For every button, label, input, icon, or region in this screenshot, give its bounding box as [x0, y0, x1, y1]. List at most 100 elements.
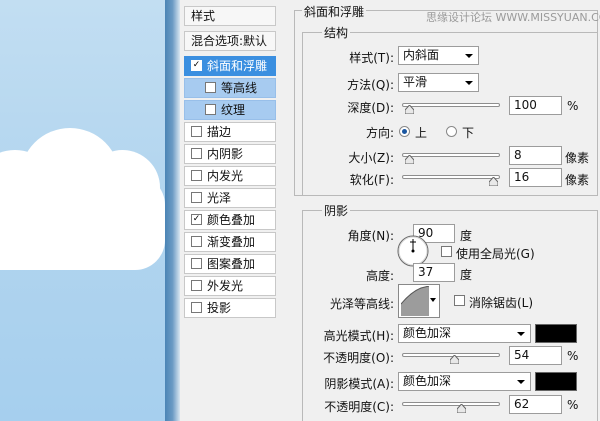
style-item[interactable]: 纹理	[184, 100, 276, 120]
shadow-opacity-input[interactable]: 62	[509, 395, 562, 414]
gloss-contour-picker[interactable]	[398, 284, 440, 318]
soften-label: 软化(F):	[349, 173, 394, 187]
checkbox-icon[interactable]	[191, 148, 202, 159]
styles-header[interactable]: 样式	[184, 6, 276, 26]
style-item-label: 等高线	[221, 81, 258, 95]
highlight-color-swatch[interactable]	[535, 324, 577, 343]
checkbox-icon[interactable]	[191, 170, 202, 181]
styles-list: 样式 混合选项:默认 ✓ 斜面和浮雕等高线纹理描边内阴影内发光光泽 ✓ 颜色叠加渐变叠…	[184, 0, 276, 421]
antialias-label: 消除锯齿(L)	[469, 296, 534, 310]
size-slider[interactable]	[402, 153, 500, 157]
highlight-mode-value: 颜色加深	[403, 326, 452, 340]
style-item[interactable]: 外发光	[184, 276, 276, 296]
chevron-down-icon	[517, 380, 525, 384]
style-item[interactable]: 等高线	[184, 78, 276, 98]
style-item-label: 内发光	[207, 169, 244, 183]
watermark-text: 思缘设计论坛 WWW.MISSYUAN.COM	[426, 11, 600, 24]
depth-unit: %	[567, 99, 579, 113]
style-item-label: 描边	[207, 125, 232, 139]
checkbox-icon[interactable]	[191, 236, 202, 247]
size-input[interactable]: 8	[509, 146, 562, 165]
soften-slider[interactable]	[402, 175, 500, 179]
technique-dropdown-value: 平滑	[403, 75, 428, 89]
document-canvas	[0, 0, 165, 421]
style-item-label: 纹理	[221, 103, 246, 117]
style-item[interactable]: ✓ 斜面和浮雕	[184, 56, 276, 76]
style-item-label: 斜面和浮雕	[207, 59, 268, 73]
checkbox-icon[interactable]	[191, 280, 202, 291]
settings-panel: 斜面和浮雕 思缘设计论坛 WWW.MISSYUAN.COM 结构 样式(T): …	[278, 0, 600, 421]
shadow-opacity-unit: %	[567, 398, 579, 412]
shadow-color-swatch[interactable]	[535, 372, 577, 391]
slider-thumb[interactable]	[404, 105, 414, 114]
chevron-down-icon	[465, 54, 473, 58]
structure-title: 结构	[322, 24, 351, 41]
style-item[interactable]: 内发光	[184, 166, 276, 186]
angle-unit: 度	[460, 229, 473, 243]
canvas-border	[165, 0, 180, 421]
soften-input[interactable]: 16	[509, 168, 562, 187]
global-light-label: 使用全局光(G)	[456, 247, 535, 261]
direction-up-radio[interactable]	[399, 126, 410, 137]
style-item-label: 颜色叠加	[207, 213, 256, 227]
highlight-mode-label: 高光模式(H):	[323, 329, 394, 343]
angle-label: 角度(N):	[347, 229, 394, 243]
global-light-checkbox[interactable]	[441, 246, 452, 257]
style-label: 样式(T):	[349, 51, 394, 65]
highlight-opacity-label: 不透明度(O):	[323, 351, 394, 365]
antialias-checkbox[interactable]	[454, 295, 465, 306]
size-label: 大小(Z):	[348, 151, 394, 165]
technique-dropdown[interactable]: 平滑	[398, 73, 479, 92]
checkbox-icon[interactable]	[205, 82, 216, 93]
slider-thumb[interactable]	[404, 155, 414, 164]
highlight-opacity-input[interactable]: 54	[509, 346, 562, 365]
size-unit: 像素	[565, 151, 590, 165]
style-item[interactable]: 图案叠加	[184, 254, 276, 274]
checkbox-icon[interactable]	[191, 302, 202, 313]
style-item[interactable]: 渐变叠加	[184, 232, 276, 252]
shadow-opacity-slider[interactable]	[402, 402, 500, 406]
direction-label: 方向:	[365, 126, 394, 140]
depth-input[interactable]: 100	[509, 96, 562, 115]
gloss-contour-label: 光泽等高线:	[329, 297, 394, 311]
depth-label: 深度(D):	[347, 101, 394, 115]
direction-down-label: 下	[462, 126, 475, 140]
shadow-mode-label: 阴影模式(A):	[324, 377, 394, 391]
style-item[interactable]: 内阴影	[184, 144, 276, 164]
style-item[interactable]: 描边	[184, 122, 276, 142]
chevron-down-icon	[430, 298, 436, 302]
style-item-label: 渐变叠加	[207, 235, 256, 249]
checkbox-checked-icon[interactable]: ✓	[191, 60, 202, 71]
style-item-label: 内阴影	[207, 147, 244, 161]
checkbox-icon[interactable]	[191, 126, 202, 137]
bevel-section-title: 斜面和浮雕	[302, 3, 367, 20]
altitude-unit: 度	[460, 268, 473, 282]
highlight-opacity-unit: %	[567, 349, 579, 363]
direction-down-radio[interactable]	[446, 126, 457, 137]
altitude-input[interactable]: 37	[413, 263, 455, 282]
style-item[interactable]: 光泽	[184, 188, 276, 208]
contour-curve-icon	[401, 286, 429, 316]
style-item-label: 外发光	[207, 279, 244, 293]
slider-thumb[interactable]	[457, 404, 467, 413]
blending-options-item[interactable]: 混合选项:默认	[184, 31, 276, 51]
slider-thumb[interactable]	[489, 177, 499, 186]
style-item[interactable]: ✓ 颜色叠加	[184, 210, 276, 230]
cloud-shape	[0, 175, 165, 270]
highlight-mode-dropdown[interactable]: 颜色加深	[398, 324, 531, 343]
checkbox-icon[interactable]	[205, 104, 216, 115]
style-dropdown[interactable]: 内斜面	[398, 46, 479, 65]
checkbox-icon[interactable]	[191, 258, 202, 269]
chevron-down-icon	[465, 81, 473, 85]
style-item-label: 光泽	[207, 191, 232, 205]
direction-up-label: 上	[415, 126, 428, 140]
depth-slider[interactable]	[402, 103, 500, 107]
slider-thumb[interactable]	[450, 355, 460, 364]
checkbox-checked-icon[interactable]: ✓	[191, 214, 202, 225]
soften-unit: 像素	[565, 173, 590, 187]
checkbox-icon[interactable]	[191, 192, 202, 203]
shading-title: 阴影	[322, 202, 351, 219]
style-item[interactable]: 投影	[184, 298, 276, 318]
shadow-mode-dropdown[interactable]: 颜色加深	[398, 372, 531, 391]
chevron-down-icon	[517, 332, 525, 336]
